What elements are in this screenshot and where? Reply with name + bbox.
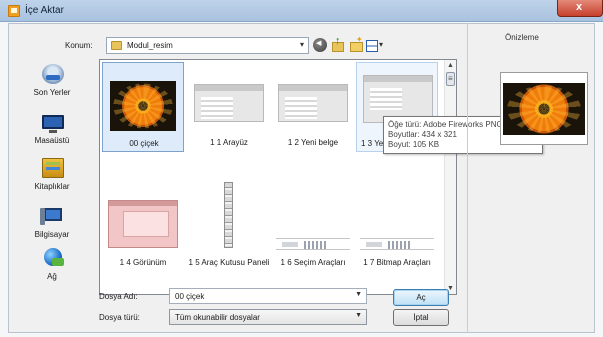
file-thumbnail	[108, 200, 178, 248]
file-thumbnail	[110, 81, 176, 131]
chevron-down-icon[interactable]: ▾	[300, 40, 304, 49]
place-recent[interactable]: Son Yerler	[12, 64, 92, 110]
cancel-button[interactable]: İptal	[393, 309, 449, 326]
filename-label: Dosya Adı:	[99, 292, 138, 301]
dialog-body: Konum: Modul_resim ▾ Son Yerler Masaüstü…	[8, 23, 595, 333]
file-thumbnail	[224, 182, 233, 248]
views-menu-icon[interactable]	[366, 38, 386, 52]
import-dialog: İçe Aktar x Konum: Modul_resim ▾ Son Yer…	[0, 0, 603, 337]
file-label: 1 7 Bitmap Araçları	[363, 258, 431, 267]
place-label: Son Yerler	[33, 88, 71, 97]
file-label: 1 1 Arayüz	[210, 138, 248, 147]
location-combo[interactable]: Modul_resim ▾	[106, 37, 309, 54]
fireworks-app-icon	[8, 5, 20, 17]
file-thumbnail	[360, 238, 434, 250]
chevron-down-icon[interactable]: ▼	[355, 291, 362, 298]
file-label: 1 6 Seçim Araçları	[280, 258, 346, 267]
folder-icon	[111, 41, 122, 50]
open-button[interactable]: Aç	[393, 289, 449, 306]
filetype-label: Dosya türü:	[99, 313, 140, 322]
filename-input[interactable]: 00 çiçek ▼	[169, 288, 367, 304]
filetype-value: Tüm okunabilir dosyalar	[175, 313, 260, 322]
network-icon	[44, 248, 64, 266]
close-button[interactable]: x	[557, 0, 603, 17]
file-label: 00 çiçek	[129, 139, 159, 148]
file-item[interactable]: 00 çiçek	[102, 62, 184, 152]
file-item[interactable]: 1 7 Bitmap Araçları	[356, 178, 438, 286]
place-label: Kitaplıklar	[34, 182, 70, 191]
file-list[interactable]: 00 çiçek 1 1 Arayüz 1 2 Yeni belge 1 3 Y…	[99, 59, 457, 295]
preview-divider	[467, 23, 468, 333]
location-value: Modul_resim	[127, 41, 173, 50]
place-label: Masaüstü	[34, 136, 70, 145]
recent-places-icon	[42, 64, 64, 84]
filename-value: 00 çiçek	[175, 292, 205, 301]
file-thumbnail	[194, 84, 264, 122]
vertical-scrollbar[interactable]: ▲ ▼	[444, 60, 456, 294]
computer-icon	[40, 208, 62, 225]
scroll-up-icon[interactable]: ▲	[447, 62, 454, 69]
libraries-icon	[42, 158, 64, 178]
preview-image	[503, 83, 585, 135]
filetype-select[interactable]: Tüm okunabilir dosyalar ▼	[169, 309, 367, 325]
file-thumbnail	[278, 84, 348, 122]
location-label: Konum:	[65, 41, 93, 50]
place-label: Ağ	[47, 272, 57, 281]
file-item[interactable]: 1 6 Seçim Araçları	[272, 178, 354, 286]
file-label: 1 2 Yeni belge	[287, 138, 339, 147]
title-bar[interactable]: İçe Aktar x	[0, 0, 603, 22]
file-item[interactable]: 1 4 Görünüm	[102, 178, 184, 286]
new-folder-icon[interactable]	[349, 35, 363, 52]
close-icon: x	[576, 1, 583, 13]
window-title: İçe Aktar	[25, 5, 64, 16]
file-thumbnail	[276, 238, 350, 250]
file-label: 1 5 Araç Kutusu Paneli	[188, 258, 270, 267]
file-item[interactable]: 1 1 Arayüz	[188, 62, 270, 152]
file-label: 1 4 Görünüm	[119, 258, 167, 267]
preview-title: Önizleme	[505, 33, 539, 42]
place-computer[interactable]: Bilgisayar	[12, 206, 92, 252]
up-folder-icon[interactable]	[331, 35, 345, 52]
file-item[interactable]: 1 2 Yeni belge	[272, 62, 354, 152]
back-icon[interactable]	[313, 38, 327, 52]
preview-frame	[500, 72, 588, 145]
place-network[interactable]: Ağ	[12, 248, 92, 294]
places-bar: Son Yerler Masaüstü Kitaplıklar Bilgisay…	[12, 60, 92, 292]
file-item[interactable]: 1 5 Araç Kutusu Paneli	[188, 178, 270, 286]
desktop-icon	[42, 115, 64, 133]
place-label: Bilgisayar	[34, 230, 70, 239]
place-libraries[interactable]: Kitaplıklar	[12, 158, 92, 204]
place-desktop[interactable]: Masaüstü	[12, 112, 92, 158]
scroll-thumb[interactable]	[446, 72, 455, 86]
chevron-down-icon[interactable]: ▼	[355, 312, 362, 319]
